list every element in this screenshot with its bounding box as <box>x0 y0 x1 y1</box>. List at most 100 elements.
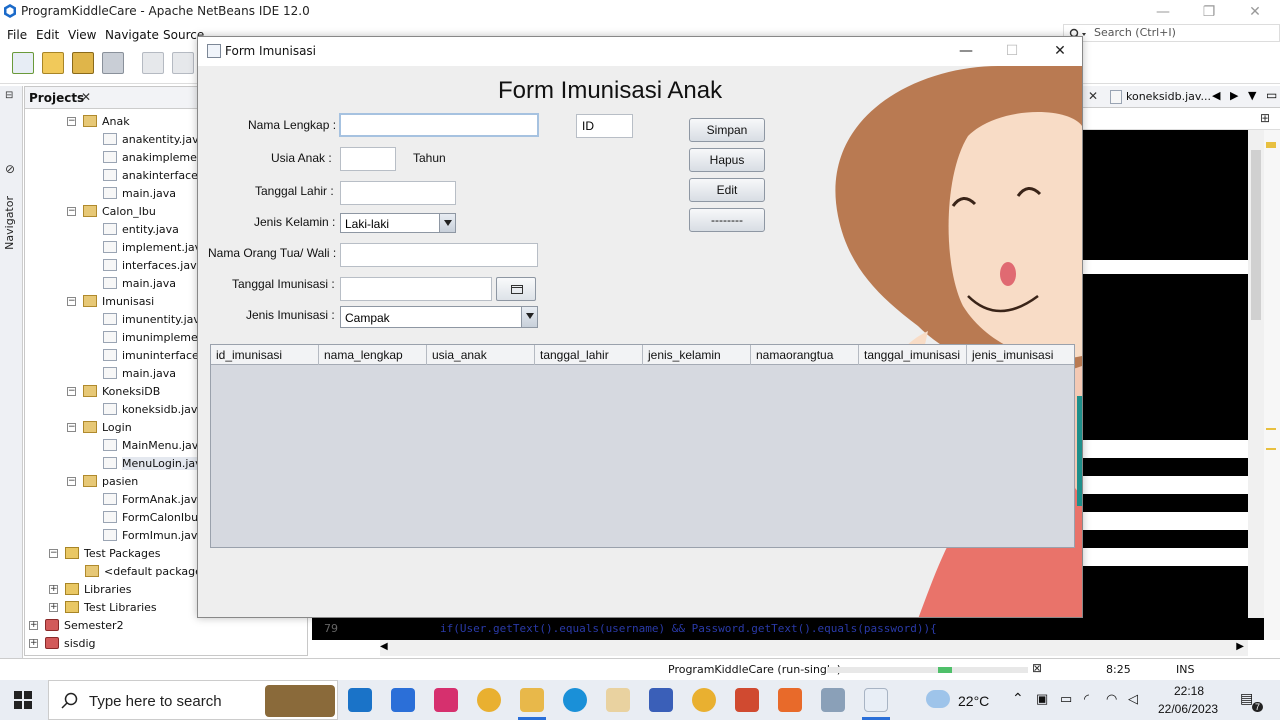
tree-file-item[interactable]: anakimplemen <box>103 149 204 167</box>
weather-cloud-icon[interactable] <box>926 690 950 708</box>
split-editor-icon[interactable]: ⊞ <box>1260 111 1270 125</box>
menu-file[interactable]: File <box>7 28 27 42</box>
tree-expand-toggle[interactable]: + <box>29 621 38 630</box>
tree-file-item[interactable]: implement.java <box>103 239 208 257</box>
tree-file-item[interactable]: MainMenu.java <box>103 437 205 455</box>
tree-file-item[interactable]: imuninterfaces <box>103 347 205 365</box>
id-field[interactable]: ID <box>576 114 633 138</box>
hapus-button[interactable]: Hapus <box>689 148 765 172</box>
tree-folder-item[interactable]: Test Libraries <box>65 599 157 617</box>
column-header[interactable]: jenis_kelamin <box>643 345 751 365</box>
tree-folder-item[interactable]: Calon_Ibu <box>83 203 156 221</box>
mail-app-icon[interactable] <box>348 688 372 712</box>
tab-scroll-left-icon[interactable]: ◀ <box>1212 89 1220 102</box>
tree-file-item[interactable]: FormImun.java <box>103 527 204 545</box>
tanggal-imunisasi-input[interactable] <box>340 277 492 301</box>
taskbar-date[interactable]: 22/06/2023 <box>1158 702 1218 716</box>
tree-file-item[interactable]: entity.java <box>103 221 179 239</box>
save-all-icon[interactable] <box>102 52 124 74</box>
maximize-editor-icon[interactable]: ▭ <box>1266 88 1277 102</box>
tree-file-item[interactable]: FormCalonIbu <box>103 509 198 527</box>
tree-folder-item[interactable]: Anak <box>83 113 130 131</box>
scroll-right-icon[interactable]: ▶ <box>1236 641 1244 652</box>
scroll-left-icon[interactable]: ◀ <box>380 641 388 652</box>
powerpoint-icon[interactable] <box>735 688 759 712</box>
editor-horizontal-scrollbar[interactable]: ◀ ▶ <box>380 640 1248 656</box>
chrome-icon[interactable] <box>477 688 501 712</box>
wifi-icon[interactable]: ◠ <box>1106 691 1117 707</box>
tree-expand-toggle[interactable]: − <box>67 387 76 396</box>
tree-folder-item[interactable]: sisdig <box>45 635 96 653</box>
tree-file-item[interactable]: MenuLogin.java <box>103 455 209 473</box>
simpan-button[interactable]: Simpan <box>689 118 765 142</box>
jenis-kelamin-select[interactable]: Laki-laki <box>340 213 456 233</box>
open-project-icon[interactable] <box>72 52 94 74</box>
navigator-minimize-icon[interactable]: ⊟ <box>5 90 13 101</box>
edge-icon[interactable] <box>563 688 587 712</box>
scrollbar-thumb[interactable] <box>1251 150 1261 320</box>
tree-file-item[interactable]: main.java <box>103 365 176 383</box>
date-picker-button[interactable] <box>496 277 536 301</box>
tree-expand-toggle[interactable]: + <box>49 603 58 612</box>
code-text[interactable]: if(User.getText().equals(username) && Pa… <box>440 622 937 635</box>
tree-folder-item[interactable]: Login <box>83 419 132 437</box>
ide-minimize-button[interactable]: — <box>1140 2 1186 22</box>
tree-folder-item[interactable]: <default package> <box>85 563 211 581</box>
chrome-profile-icon[interactable] <box>692 688 716 712</box>
taskbar-time[interactable]: 22:18 <box>1174 684 1204 698</box>
instagram-icon[interactable] <box>434 688 458 712</box>
file-explorer-icon[interactable] <box>520 688 544 712</box>
weather-temperature[interactable]: 22°C <box>958 693 989 709</box>
dialog-close-button[interactable]: ✕ <box>1040 41 1080 61</box>
tree-file-item[interactable]: interfaces.java <box>103 257 203 275</box>
tree-expand-toggle[interactable]: − <box>67 423 76 432</box>
menu-edit[interactable]: Edit <box>36 28 59 42</box>
dialog-maximize-button[interactable]: ☐ <box>992 41 1032 61</box>
tree-folder-item[interactable]: Imunisasi <box>83 293 154 311</box>
ide-search-box[interactable]: Search (Ctrl+I) <box>1063 24 1280 42</box>
tree-folder-item[interactable]: Semester2 <box>45 617 124 635</box>
tree-file-item[interactable]: main.java <box>103 275 176 293</box>
star-app-icon[interactable] <box>606 688 630 712</box>
jenis-imunisasi-select[interactable]: Campak <box>340 306 538 328</box>
column-header[interactable]: nama_lengkap <box>319 345 427 365</box>
column-header[interactable]: namaorangtua <box>751 345 859 365</box>
tree-file-item[interactable]: imunentity.java <box>103 311 207 329</box>
edit-button[interactable]: Edit <box>689 178 765 202</box>
dialog-minimize-button[interactable]: — <box>946 41 986 61</box>
new-project-icon[interactable] <box>42 52 64 74</box>
editor-vertical-scrollbar[interactable] <box>1248 130 1264 640</box>
editor-tab-koneksidb[interactable]: koneksidb.jav... <box>1126 90 1211 103</box>
chevron-down-icon[interactable] <box>439 214 455 232</box>
tree-folder-item[interactable]: pasien <box>83 473 138 491</box>
nama-orang-tua-input[interactable] <box>340 243 538 267</box>
tray-overflow-icon[interactable]: ⌃ <box>1012 690 1024 707</box>
tree-folder-item[interactable]: KoneksiDB <box>83 383 160 401</box>
tree-file-item[interactable]: FormAnak.java <box>103 491 204 509</box>
xampp-icon[interactable] <box>778 688 802 712</box>
column-header[interactable]: jenis_imunisasi <box>967 345 1074 365</box>
undo-icon[interactable] <box>142 52 164 74</box>
tree-expand-toggle[interactable]: + <box>29 639 38 648</box>
tab-scroll-right-icon[interactable]: ▶ <box>1230 89 1238 102</box>
tree-expand-toggle[interactable]: + <box>49 585 58 594</box>
notification-icon[interactable]: ▤ <box>1240 690 1253 707</box>
tree-expand-toggle[interactable]: − <box>67 477 76 486</box>
network-icon[interactable]: ◜ <box>1084 691 1089 707</box>
navigator-window-icon[interactable]: ⊘ <box>5 162 15 176</box>
new-file-icon[interactable] <box>12 52 34 74</box>
navigator-tab[interactable]: Navigator <box>3 196 16 250</box>
battery-icon[interactable]: ▭ <box>1060 691 1072 707</box>
cancel-task-icon[interactable]: ⊠ <box>1032 661 1042 675</box>
tree-file-item[interactable]: anakentity.java <box>103 131 205 149</box>
column-header[interactable]: id_imunisasi <box>211 345 319 365</box>
tree-expand-toggle[interactable]: − <box>67 117 76 126</box>
volume-icon[interactable]: ◁ <box>1128 691 1138 707</box>
imunisasi-table[interactable]: id_imunisasi nama_lengkap usia_anak tang… <box>210 344 1075 548</box>
menu-view[interactable]: View <box>68 28 96 42</box>
nama-lengkap-input[interactable] <box>339 113 539 137</box>
extra-button[interactable]: -------- <box>689 208 765 232</box>
taskbar-search-box[interactable]: Type here to search <box>48 680 338 720</box>
chevron-down-icon[interactable] <box>521 307 537 327</box>
java-taskbar-icon[interactable] <box>864 688 888 712</box>
